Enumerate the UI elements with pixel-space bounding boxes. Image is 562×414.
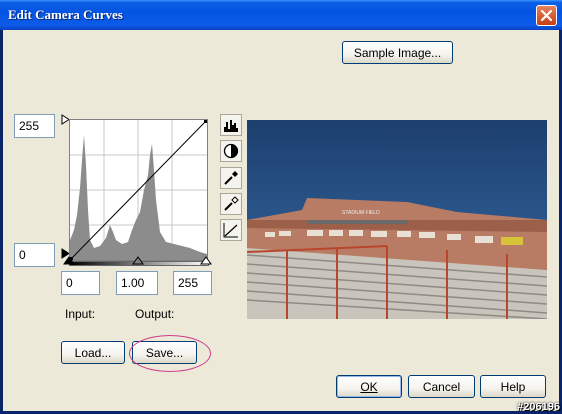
white-point-tool-button[interactable] (220, 193, 242, 215)
dialog-window: Edit Camera Curves Sample Image... 255 0 (0, 0, 562, 414)
close-icon (540, 9, 553, 22)
input-black-handle-icon[interactable] (63, 256, 75, 265)
help-label: Help (500, 379, 526, 394)
sample-image-button[interactable]: Sample Image... (342, 41, 453, 64)
cancel-label: Cancel (422, 379, 461, 394)
stadium-sign: STADIUM FIELD (342, 210, 380, 216)
input-label: Input: (65, 307, 96, 321)
contrast-tool-button[interactable] (220, 140, 242, 162)
output-label: Output: (135, 307, 175, 321)
load-label: Load... (74, 345, 112, 360)
stadium-photo: STADIUM FIELD (247, 120, 547, 319)
title-bar[interactable]: Edit Camera Curves (0, 0, 562, 30)
cancel-button[interactable]: Cancel (408, 375, 475, 398)
curve-line-icon (223, 223, 238, 238)
curve-graph[interactable] (69, 119, 208, 261)
gamma-field[interactable]: 1.00 (116, 271, 158, 295)
input-white-handle-icon[interactable] (200, 256, 212, 265)
close-button[interactable] (536, 5, 557, 26)
ok-button[interactable]: OK (336, 375, 402, 398)
input-white-field[interactable]: 255 (173, 271, 212, 295)
white-eyedropper-icon (224, 196, 239, 211)
highlight-annotation (129, 335, 211, 372)
histogram-tool-button[interactable] (220, 114, 242, 136)
histogram-icon (224, 120, 238, 132)
sample-image-label: Sample Image... (353, 45, 442, 60)
black-point-tool-button[interactable] (220, 167, 242, 189)
load-button[interactable]: Load... (61, 341, 125, 364)
window-title: Edit Camera Curves (8, 7, 123, 22)
contrast-icon (223, 143, 239, 159)
output-min-field[interactable]: 0 (14, 243, 55, 267)
sample-image-preview: STADIUM FIELD (247, 120, 547, 319)
ok-label: OK (360, 379, 378, 394)
output-max-field[interactable]: 255 (14, 114, 55, 138)
curve-reset-tool-button[interactable] (220, 219, 242, 241)
help-button[interactable]: Help (480, 375, 546, 398)
dialog-body: Sample Image... 255 0 0 1.00 255 Input: … (3, 30, 559, 411)
input-black-field[interactable]: 0 (61, 271, 100, 295)
histogram-curve-plot[interactable] (69, 119, 208, 261)
gamma-handle-icon[interactable] (132, 256, 144, 265)
image-watermark: #206196 (517, 401, 560, 413)
black-eyedropper-icon (224, 171, 238, 185)
